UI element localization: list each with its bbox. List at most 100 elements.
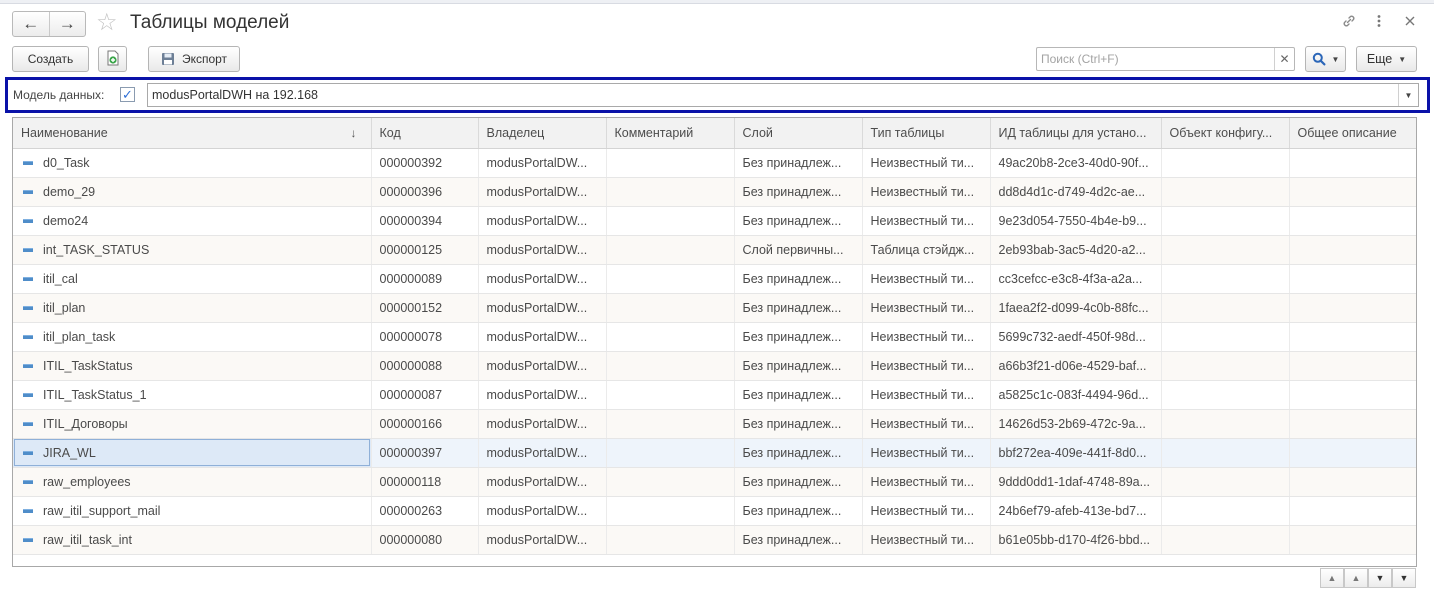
cell-owner[interactable]: modusPortalDW... bbox=[478, 206, 607, 236]
cell-code[interactable]: 000000394 bbox=[371, 206, 479, 236]
cell-code[interactable]: 000000078 bbox=[371, 322, 479, 352]
cell-description[interactable] bbox=[1289, 467, 1416, 497]
cell-description[interactable] bbox=[1289, 177, 1416, 207]
cell-description[interactable] bbox=[1289, 409, 1416, 439]
cell-config-object[interactable] bbox=[1161, 438, 1290, 468]
table-row[interactable]: itil_cal 000000089 modusPortalDW... Без при… bbox=[13, 264, 1416, 294]
cell-description[interactable] bbox=[1289, 206, 1416, 236]
cell-table-type[interactable]: Неизвестный ти... bbox=[862, 264, 991, 294]
cell-table-id[interactable]: 14626d53-2b69-472c-9a... bbox=[990, 409, 1162, 439]
cell-table-type[interactable]: Неизвестный ти... bbox=[862, 496, 991, 526]
table-row[interactable]: ITIL_Договоры 000000166 modusPortalDW... Бе… bbox=[13, 409, 1416, 439]
table-row[interactable]: raw_employees 000000118 modusPortalDW... Бе… bbox=[13, 467, 1416, 497]
cell-table-id[interactable]: a66b3f21-d06e-4529-baf... bbox=[990, 351, 1162, 381]
table-row[interactable]: int_TASK_STATUS 000000125 modusPortalDW...… bbox=[13, 235, 1416, 265]
scroll-up-button[interactable]: ▲ bbox=[1344, 568, 1368, 588]
cell-name[interactable]: raw_employees bbox=[13, 467, 372, 497]
cell-description[interactable] bbox=[1289, 438, 1416, 468]
cell-code[interactable]: 000000080 bbox=[371, 525, 479, 555]
cell-comment[interactable] bbox=[606, 525, 735, 555]
column-header-comment[interactable]: Комментарий bbox=[606, 118, 735, 149]
column-header-layer[interactable]: Слой bbox=[734, 118, 863, 149]
cell-owner[interactable]: modusPortalDW... bbox=[478, 380, 607, 410]
cell-name[interactable]: int_TASK_STATUS bbox=[13, 235, 372, 265]
cell-owner[interactable]: modusPortalDW... bbox=[478, 322, 607, 352]
cell-comment[interactable] bbox=[606, 206, 735, 236]
cell-config-object[interactable] bbox=[1161, 148, 1290, 178]
cell-layer[interactable]: Без принадлеж... bbox=[734, 467, 863, 497]
cell-config-object[interactable] bbox=[1161, 322, 1290, 352]
cell-table-type[interactable]: Неизвестный ти... bbox=[862, 322, 991, 352]
cell-description[interactable] bbox=[1289, 525, 1416, 555]
cell-config-object[interactable] bbox=[1161, 467, 1290, 497]
cell-owner[interactable]: modusPortalDW... bbox=[478, 438, 607, 468]
cell-name[interactable]: JIRA_WL bbox=[13, 438, 372, 468]
cell-code[interactable]: 000000125 bbox=[371, 235, 479, 265]
more-button[interactable]: Еще ▼ bbox=[1356, 46, 1417, 72]
table-row[interactable]: itil_plan_task 000000078 modusPortalDW... Б… bbox=[13, 322, 1416, 352]
cell-layer[interactable]: Без принадлеж... bbox=[734, 496, 863, 526]
model-tables-grid[interactable]: Наименование ↓ Код Владелец Комментарий С… bbox=[12, 117, 1417, 567]
cell-description[interactable] bbox=[1289, 264, 1416, 294]
cell-comment[interactable] bbox=[606, 380, 735, 410]
cell-comment[interactable] bbox=[606, 438, 735, 468]
cell-table-type[interactable]: Неизвестный ти... bbox=[862, 351, 991, 381]
cell-owner[interactable]: modusPortalDW... bbox=[478, 235, 607, 265]
cell-name[interactable]: demo_29 bbox=[13, 177, 372, 207]
cell-owner[interactable]: modusPortalDW... bbox=[478, 496, 607, 526]
cell-table-type[interactable]: Неизвестный ти... bbox=[862, 293, 991, 323]
cell-owner[interactable]: modusPortalDW... bbox=[478, 293, 607, 323]
cell-table-type[interactable]: Неизвестный ти... bbox=[862, 380, 991, 410]
cell-code[interactable]: 000000397 bbox=[371, 438, 479, 468]
cell-code[interactable]: 000000118 bbox=[371, 467, 479, 497]
cell-name[interactable]: ITIL_TaskStatus bbox=[13, 351, 372, 381]
table-row[interactable]: ITIL_TaskStatus 000000088 modusPortalDW...… bbox=[13, 351, 1416, 381]
search-input[interactable] bbox=[1037, 48, 1267, 70]
cell-config-object[interactable] bbox=[1161, 351, 1290, 381]
star-icon[interactable]: ☆ bbox=[96, 10, 118, 36]
table-row[interactable]: ITIL_TaskStatus_1 000000087 modusPortalDW.… bbox=[13, 380, 1416, 410]
table-row[interactable]: raw_itil_support_mail 000000263 modusPorta… bbox=[13, 496, 1416, 526]
cell-description[interactable] bbox=[1289, 148, 1416, 178]
table-row[interactable]: JIRA_WL 000000397 modusPortalDW... Без прин… bbox=[13, 438, 1416, 468]
cell-code[interactable]: 000000396 bbox=[371, 177, 479, 207]
column-header-owner[interactable]: Владелец bbox=[478, 118, 607, 149]
cell-comment[interactable] bbox=[606, 235, 735, 265]
data-model-select[interactable]: modusPortalDWH на 192.168 ▼ bbox=[147, 83, 1419, 107]
cell-comment[interactable] bbox=[606, 322, 735, 352]
cell-name[interactable]: raw_itil_support_mail bbox=[13, 496, 372, 526]
cell-code[interactable]: 000000088 bbox=[371, 351, 479, 381]
cell-config-object[interactable] bbox=[1161, 235, 1290, 265]
cell-code[interactable]: 000000089 bbox=[371, 264, 479, 294]
cell-name[interactable]: raw_itil_task_int bbox=[13, 525, 372, 555]
cell-table-id[interactable]: 9ddd0dd1-1daf-4748-89a... bbox=[990, 467, 1162, 497]
cell-table-type[interactable]: Неизвестный ти... bbox=[862, 438, 991, 468]
cell-config-object[interactable] bbox=[1161, 380, 1290, 410]
column-header-name[interactable]: Наименование ↓ bbox=[13, 118, 372, 149]
cell-table-id[interactable]: 24b6ef79-afeb-413e-bd7... bbox=[990, 496, 1162, 526]
cell-table-id[interactable]: 5699c732-aedf-450f-98d... bbox=[990, 322, 1162, 352]
cell-layer[interactable]: Без принадлеж... bbox=[734, 293, 863, 323]
cell-name[interactable]: itil_cal bbox=[13, 264, 372, 294]
cell-comment[interactable] bbox=[606, 264, 735, 294]
cell-description[interactable] bbox=[1289, 380, 1416, 410]
cell-description[interactable] bbox=[1289, 351, 1416, 381]
cell-table-type[interactable]: Неизвестный ти... bbox=[862, 177, 991, 207]
column-header-table-id[interactable]: ИД таблицы для устано... bbox=[990, 118, 1162, 149]
cell-config-object[interactable] bbox=[1161, 264, 1290, 294]
cell-table-type[interactable]: Неизвестный ти... bbox=[862, 206, 991, 236]
cell-layer[interactable]: Без принадлеж... bbox=[734, 409, 863, 439]
cell-config-object[interactable] bbox=[1161, 293, 1290, 323]
cell-layer[interactable]: Без принадлеж... bbox=[734, 351, 863, 381]
cell-layer[interactable]: Без принадлеж... bbox=[734, 264, 863, 294]
cell-comment[interactable] bbox=[606, 467, 735, 497]
cell-name[interactable]: itil_plan_task bbox=[13, 322, 372, 352]
dropdown-button[interactable]: ▼ bbox=[1398, 84, 1418, 106]
more-vertical-icon[interactable] bbox=[1376, 13, 1382, 33]
cell-comment[interactable] bbox=[606, 409, 735, 439]
cell-table-type[interactable]: Неизвестный ти... bbox=[862, 409, 991, 439]
table-row[interactable]: demo24 000000394 modusPortalDW... Без прина… bbox=[13, 206, 1416, 236]
cell-description[interactable] bbox=[1289, 235, 1416, 265]
forward-button[interactable]: → bbox=[48, 12, 86, 36]
cell-name[interactable]: ITIL_TaskStatus_1 bbox=[13, 380, 372, 410]
